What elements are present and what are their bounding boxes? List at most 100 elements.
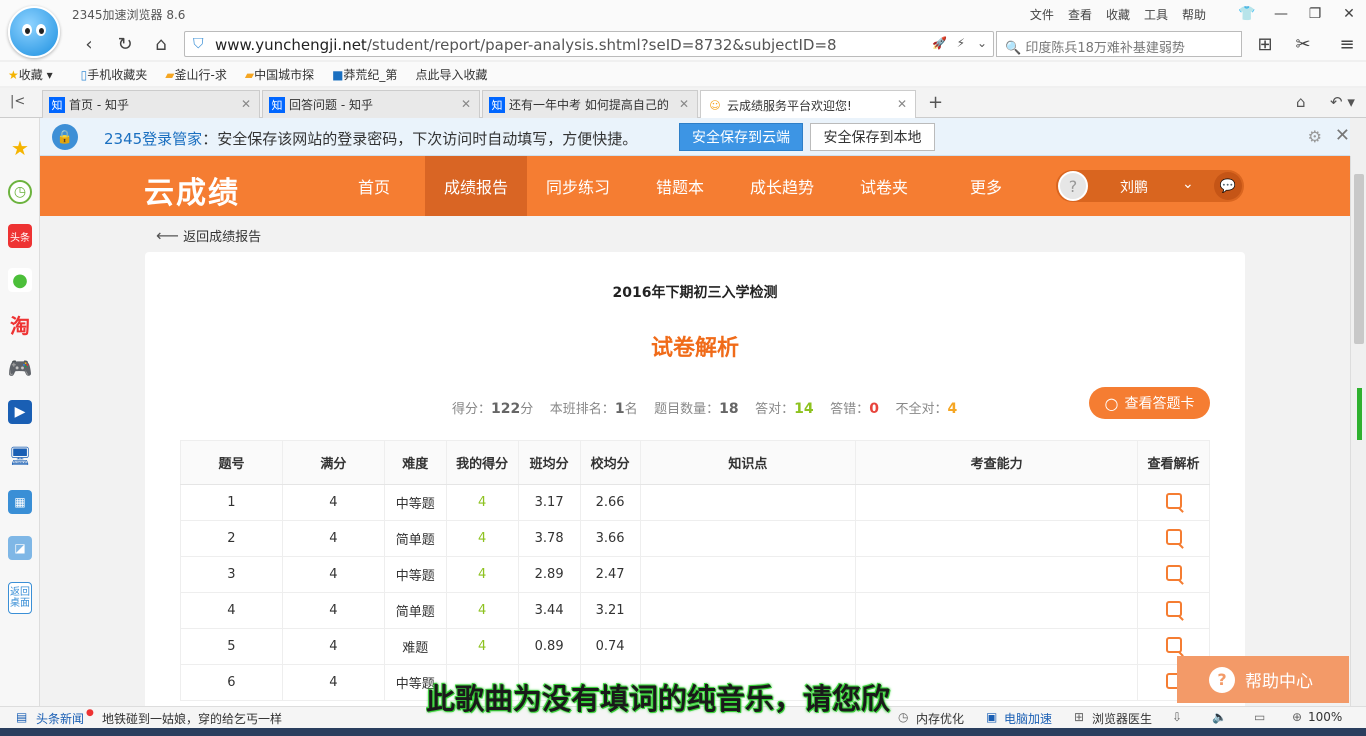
apps-icon[interactable]: ⊞ (1252, 32, 1278, 56)
view-analysis-icon[interactable] (1165, 528, 1182, 545)
view-analysis-icon[interactable] (1165, 600, 1182, 617)
menu-favorites[interactable]: 收藏 (1106, 6, 1130, 23)
site-logo[interactable]: 云成绩 (144, 168, 240, 212)
browser-logo-icon (8, 6, 60, 58)
user-menu[interactable]: ? 刘鹏 ⌄ 💬 (1056, 170, 1244, 202)
save-to-cloud-button[interactable]: 安全保存到云端 (679, 123, 803, 151)
cell-knowledge (639, 520, 857, 557)
tab-zhihu-question[interactable]: 知 还有一年中考 如何提高自己的 ✕ (482, 90, 698, 118)
nav-more[interactable]: 更多 (935, 156, 1037, 216)
nav-mistakes[interactable]: 错题本 (629, 156, 731, 216)
close-tab-icon[interactable]: ✕ (461, 97, 471, 111)
view-answer-card-button[interactable]: ○ 查看答题卡 (1089, 387, 1210, 419)
back-icon[interactable]: ‹ (76, 32, 102, 56)
tab-yunchengji[interactable]: ☺ 云成绩服务平台欢迎您! ✕ (700, 90, 916, 119)
vertical-scrollbar[interactable] (1350, 156, 1366, 706)
help-center-button[interactable]: ? 帮助中心 (1177, 656, 1349, 703)
rocket-icon[interactable]: 🚀 (932, 36, 947, 50)
more-icon[interactable]: ≡ (1334, 32, 1360, 56)
bookmark-busan[interactable]: ▰釜山行-求 (165, 66, 227, 83)
close-tab-icon[interactable]: ✕ (679, 97, 689, 111)
menu-help[interactable]: 帮助 (1182, 6, 1206, 23)
nav-trend[interactable]: 成长趋势 (731, 156, 833, 216)
cell-view (1137, 520, 1210, 557)
user-name: 刘鹏 (1120, 180, 1148, 196)
collapse-sidebar-icon[interactable]: |< (10, 94, 25, 109)
zhihu-icon: 知 (269, 96, 285, 113)
bookmark-favorites[interactable]: ★收藏 ▾ (8, 66, 53, 83)
toutiao-icon[interactable]: 头条 (8, 224, 32, 248)
clock-icon[interactable]: ◷ (8, 180, 32, 204)
bookmark-import[interactable]: 点此导入收藏 (415, 66, 487, 83)
quan-icon: ■ (332, 67, 344, 82)
cell-ability (855, 484, 1138, 521)
news-headline[interactable]: 地铁碰到一姑娘，穿的给乞丐一样 (102, 710, 282, 727)
cell-no: 2 (180, 520, 283, 557)
view-analysis-icon[interactable] (1165, 636, 1182, 653)
cell-mine: 4 (445, 520, 519, 557)
view-analysis-icon[interactable] (1165, 492, 1182, 509)
close-icon[interactable]: ✕ (1335, 125, 1350, 146)
site-header: 云成绩 首页 成绩报告 同步练习 错题本 成长趋势 试卷夹 更多 ? 刘鹏 ⌄ … (40, 156, 1350, 216)
tab-zhihu-answer[interactable]: 知 回答问题 - 知乎 ✕ (262, 90, 480, 118)
back-link[interactable]: ⟵ 返回成绩报告 (156, 226, 261, 245)
menu-view[interactable]: 查看 (1068, 6, 1092, 23)
close-window-icon[interactable]: ✕ (1332, 0, 1366, 28)
menu-file[interactable]: 文件 (1030, 6, 1054, 23)
avatar: ? (1058, 171, 1088, 201)
close-tab-icon[interactable]: ✕ (897, 97, 907, 111)
minimize-icon[interactable]: — (1264, 0, 1298, 28)
refresh-icon[interactable]: ↻ (112, 32, 138, 56)
scrollbar-thumb[interactable] (1354, 174, 1364, 344)
computer-icon[interactable]: 🖥 (8, 444, 32, 468)
home-icon[interactable]: ⌂ (148, 32, 174, 56)
address-bar[interactable]: ⛉ www.yunchengji.net/student/report/pape… (184, 31, 994, 57)
gamepad-icon[interactable]: 🎮 (8, 356, 33, 380)
bookmark-manghuang[interactable]: ■莽荒纪_第 (332, 66, 397, 83)
video-icon[interactable]: ▶ (8, 400, 32, 424)
window-icon[interactable]: ▭ (1254, 710, 1265, 724)
chevron-down-icon[interactable]: ⌄ (977, 36, 987, 50)
new-tab-icon[interactable]: + (928, 92, 943, 113)
close-tab-icon[interactable]: ✕ (241, 97, 251, 111)
nav-home[interactable]: 首页 (323, 156, 425, 216)
calculator-icon[interactable]: ▦ (8, 490, 32, 514)
undo-icon[interactable]: ↶ ▾ (1330, 93, 1355, 111)
pc-accelerate[interactable]: 电脑加速 (1004, 710, 1052, 727)
browser-sidebar: ★ ◷ 头条 ● 淘 🎮 ▶ 🖥 ▦ ◪ 返回 桌面 (0, 118, 40, 706)
title-bar: 2345加速浏览器 8.6 文件 查看 收藏 工具 帮助 👕 — ❐ ✕ (0, 0, 1366, 28)
taobao-icon[interactable]: 淘 (8, 312, 32, 338)
table-row: 3 4 中等题 4 2.89 2.47 (180, 556, 1210, 593)
chat-icon[interactable]: 💬 (1214, 172, 1242, 200)
search-input[interactable]: 🔍 印度陈兵18万难补基建弱势 (1005, 37, 1237, 56)
news-label[interactable]: 头条新闻 (36, 710, 84, 727)
chevron-down-icon[interactable]: ⌄ (1182, 176, 1194, 192)
tab-tools-icon[interactable]: ⌂ (1296, 93, 1306, 111)
download-icon[interactable]: ⇩ (1172, 710, 1182, 724)
bookmark-mobile[interactable]: ▯手机收藏夹 (81, 66, 148, 83)
zoom-level[interactable]: 100% (1308, 710, 1342, 724)
lightning-icon[interactable]: ⚡ (957, 36, 965, 50)
restore-icon[interactable]: ❐ (1298, 0, 1332, 28)
gear-icon[interactable]: ⚙ (1308, 127, 1322, 146)
search-box[interactable]: 🔍 印度陈兵18万难补基建弱势 (996, 31, 1242, 57)
save-to-local-button[interactable]: 安全保存到本地 (810, 123, 935, 151)
notepad-icon[interactable]: ◪ (8, 536, 32, 560)
scissors-icon[interactable]: ✂ (1290, 32, 1316, 56)
navigation-bar: ‹ ↻ ⌂ ⛉ www.yunchengji.net/student/repor… (0, 28, 1366, 60)
nav-practice[interactable]: 同步练习 (527, 156, 629, 216)
menu-tools[interactable]: 工具 (1144, 6, 1168, 23)
nav-report[interactable]: 成绩报告 (425, 156, 527, 216)
bookmark-city[interactable]: ▰中国城市探 (245, 66, 314, 83)
nav-papers[interactable]: 试卷夹 (833, 156, 935, 216)
skin-icon[interactable]: 👕 (1230, 0, 1264, 28)
report-card: 2016年下期初三入学检测 试卷解析 得分：122分 本班排名：1名 题目数量：… (145, 252, 1245, 706)
wechat-icon[interactable]: ● (8, 268, 32, 292)
volume-icon[interactable]: 🔈 (1212, 710, 1227, 724)
view-analysis-icon[interactable] (1165, 564, 1182, 581)
desktop-return-icon[interactable]: 返回 桌面 (8, 582, 32, 614)
tab-zhihu-home[interactable]: 知 首页 - 知乎 ✕ (42, 90, 260, 118)
star-icon[interactable]: ★ (8, 136, 32, 160)
browser-doctor[interactable]: 浏览器医生 (1092, 710, 1152, 727)
cell-view (1137, 484, 1210, 521)
